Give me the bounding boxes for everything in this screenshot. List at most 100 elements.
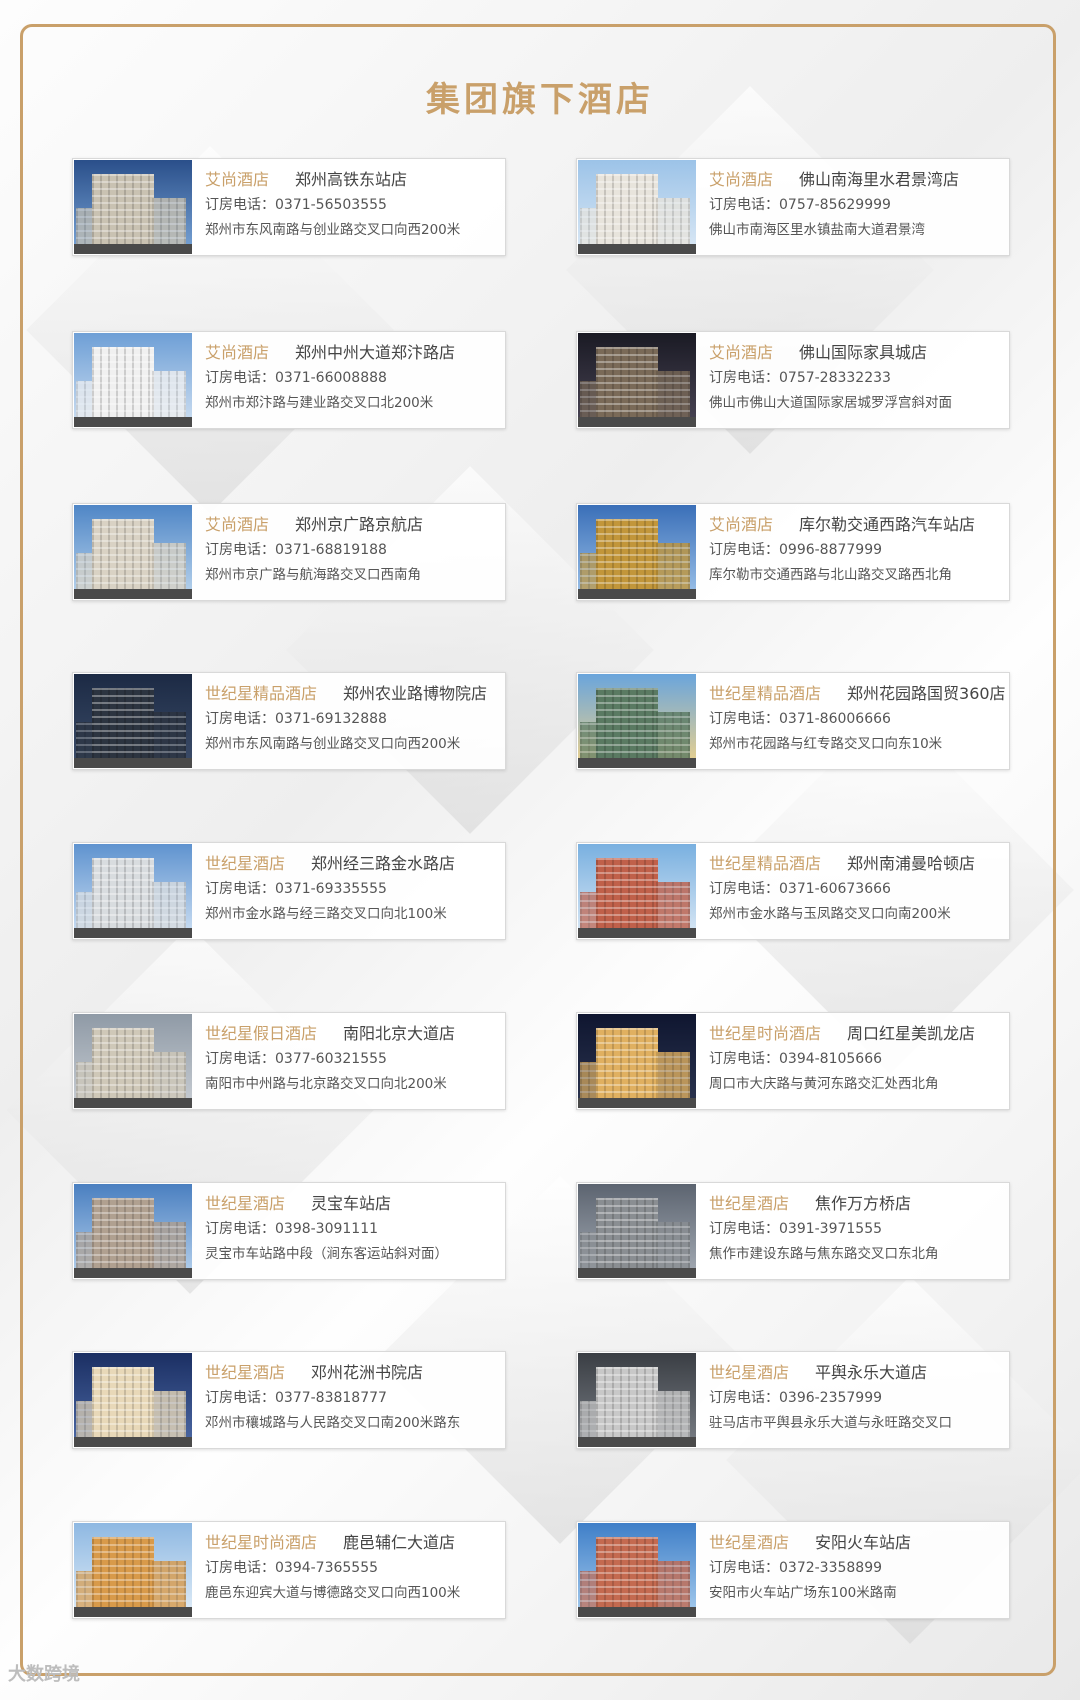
hotel-address: 郑州市东风南路与创业路交叉口向西200米 — [205, 222, 461, 238]
hotel-brand: 艾尚酒店 — [709, 343, 774, 362]
hotel-photo — [578, 674, 696, 768]
phone-label: 订房电话： — [205, 370, 275, 386]
hotel-info: 世纪星酒店 郑州经三路金水路店 订房电话：0371-69335555 郑州市金水路与经… — [205, 851, 501, 927]
hotel-card[interactable]: 世纪星酒店 灵宝车站店 订房电话：0398-3091111 灵宝市车站路中段（涧东客运… — [72, 1182, 506, 1280]
hotel-brand: 世纪星酒店 — [205, 1194, 286, 1213]
hotel-photo — [74, 333, 192, 427]
hotel-address: 周口市大庆路与黄河东路交汇处西北角 — [709, 1076, 939, 1092]
hotel-photo — [578, 1184, 696, 1278]
phone-label: 订房电话： — [709, 370, 779, 386]
hotel-photo — [74, 674, 192, 768]
hotel-card[interactable]: 艾尚酒店 库尔勒交通西路汽车站店 订房电话：0996-8877999 库尔勒市交通西路… — [576, 503, 1010, 601]
hotel-card[interactable]: 世纪星精品酒店 郑州南浦曼哈顿店 订房电话：0371-60673666 郑州市金水路与… — [576, 842, 1010, 940]
hotel-brand: 世纪星酒店 — [205, 854, 286, 873]
hotel-store-name: 郑州高铁东站店 — [295, 170, 408, 189]
hotel-address: 郑州市东风南路与创业路交叉口向西200米 — [205, 736, 461, 752]
hotel-phone[interactable]: 0398-3091111 — [275, 1221, 378, 1237]
hotel-card[interactable]: 世纪星精品酒店 郑州花园路国贸360店 订房电话：0371-86006666 郑州市花… — [576, 672, 1010, 770]
hotel-address: 鹿邑东迎宾大道与博德路交叉口向西100米 — [205, 1585, 461, 1601]
hotel-phone[interactable]: 0371-60673666 — [779, 881, 891, 897]
hotel-photo — [74, 160, 192, 254]
hotel-phone[interactable]: 0391-3971555 — [779, 1221, 882, 1237]
hotel-store-name: 安阳火车站店 — [815, 1533, 912, 1552]
phone-label: 订房电话： — [709, 1560, 779, 1576]
hotel-photo — [74, 505, 192, 599]
phone-label: 订房电话： — [709, 542, 779, 558]
hotel-store-name: 平舆永乐大道店 — [815, 1363, 928, 1382]
hotel-address: 库尔勒市交通西路与北山路交叉路西北角 — [709, 567, 952, 583]
hotel-brand: 艾尚酒店 — [205, 515, 270, 534]
hotel-info: 世纪星精品酒店 郑州南浦曼哈顿店 订房电话：0371-60673666 郑州市金水路与… — [709, 851, 1005, 927]
hotel-info: 艾尚酒店 佛山国际家具城店 订房电话：0757-28332233 佛山市佛山大道国际家… — [709, 340, 1005, 416]
hotel-phone-line: 订房电话：0996-8877999 — [709, 538, 1005, 563]
hotel-card[interactable]: 世纪星酒店 平舆永乐大道店 订房电话：0396-2357999 驻马店市平舆县永乐大道… — [576, 1351, 1010, 1449]
hotel-phone[interactable]: 0757-85629999 — [779, 197, 891, 213]
hotel-card[interactable]: 艾尚酒店 佛山南海里水君景湾店 订房电话：0757-85629999 佛山市南海区里水… — [576, 158, 1010, 256]
hotel-phone[interactable]: 0371-69132888 — [275, 711, 387, 727]
hotel-phone[interactable]: 0371-66008888 — [275, 370, 387, 386]
hotel-card[interactable]: 世纪星酒店 安阳火车站店 订房电话：0372-3358899 安阳市火车站广场东100… — [576, 1521, 1010, 1619]
hotel-photo — [74, 844, 192, 938]
hotel-card[interactable]: 世纪星精品酒店 郑州农业路博物院店订房电话：0371-69132888 郑州市东风南… — [72, 672, 506, 770]
phone-label: 订房电话： — [205, 542, 275, 558]
hotel-store-name: 鹿邑辅仁大道店 — [343, 1533, 456, 1552]
hotel-brand: 世纪星酒店 — [205, 1363, 286, 1382]
phone-label: 订房电话： — [205, 1051, 275, 1067]
hotel-phone[interactable]: 0372-3358899 — [779, 1560, 882, 1576]
hotel-card[interactable]: 艾尚酒店 郑州高铁东站店 订房电话：0371-56503555 郑州市东风南路与创业路… — [72, 158, 506, 256]
hotel-address: 南阳市中州路与北京路交叉口向北200米 — [205, 1076, 447, 1092]
hotel-phone[interactable]: 0377-83818777 — [275, 1390, 387, 1406]
hotel-store-name: 郑州农业路博物院店 — [343, 684, 488, 703]
hotel-phone[interactable]: 0371-86006666 — [779, 711, 891, 727]
hotel-phone[interactable]: 0396-2357999 — [779, 1390, 882, 1406]
hotel-phone[interactable]: 0371-56503555 — [275, 197, 387, 213]
hotel-brand: 世纪星酒店 — [709, 1194, 790, 1213]
hotel-info: 世纪星时尚酒店 鹿邑辅仁大道店 订房电话：0394-7365555 鹿邑东迎宾大道与博… — [205, 1530, 501, 1606]
hotel-phone-line: 订房电话：0371-69132888 — [205, 707, 501, 732]
hotel-store-name: 库尔勒交通西路汽车站店 — [799, 515, 976, 534]
hotel-photo — [74, 1184, 192, 1278]
hotel-brand: 艾尚酒店 — [205, 343, 270, 362]
hotel-phone-line: 订房电话：0757-85629999 — [709, 193, 1005, 218]
hotel-card[interactable]: 艾尚酒店 郑州京广路京航店订房电话：0371-68819188 郑州市京广路与航海路… — [72, 503, 506, 601]
hotel-store-name: 郑州经三路金水路店 — [311, 854, 456, 873]
hotel-address: 焦作市建设东路与焦东路交叉口东北角 — [709, 1246, 939, 1262]
hotel-card[interactable]: 世纪星酒店 焦作万方桥店 订房电话：0391-3971555 焦作市建设东路与焦东路交… — [576, 1182, 1010, 1280]
hotel-phone-line: 订房电话：0371-60673666 — [709, 877, 1005, 902]
hotel-info: 世纪星精品酒店 郑州花园路国贸360店 订房电话：0371-86006666 郑州市花… — [709, 681, 1006, 757]
hotel-store-name: 郑州京广路京航店 — [295, 515, 424, 534]
hotel-info: 世纪星酒店 邓州花洲书院店 订房电话：0377-83818777 邓州市穰城路与人民路… — [205, 1360, 501, 1436]
hotel-card[interactable]: 世纪星假日酒店 南阳北京大道店 订房电话：0377-60321555 南阳市中州路与北… — [72, 1012, 506, 1110]
hotel-phone-line: 订房电话：0398-3091111 — [205, 1217, 501, 1242]
hotel-phone[interactable]: 0377-60321555 — [275, 1051, 387, 1067]
hotel-phone[interactable]: 0757-28332233 — [779, 370, 891, 386]
hotel-brand: 世纪星精品酒店 — [205, 684, 318, 703]
page-title: 集团旗下酒店 — [426, 80, 654, 120]
hotel-address: 郑州市京广路与航海路交叉口西南角 — [205, 567, 421, 583]
phone-label: 订房电话： — [709, 197, 779, 213]
hotel-address: 灵宝市车站路中段（涧东客运站斜对面） — [205, 1246, 448, 1262]
hotel-info: 艾尚酒店 郑州中州大道郑汴路店 订房电话：0371-66008888 郑州市郑汴路与建… — [205, 340, 501, 416]
hotel-phone[interactable]: 0996-8877999 — [779, 542, 882, 558]
hotel-phone[interactable]: 0394-8105666 — [779, 1051, 882, 1067]
hotel-info: 世纪星精品酒店 郑州农业路博物院店订房电话：0371-69132888 郑州市东风南… — [205, 681, 501, 757]
hotel-card[interactable]: 艾尚酒店 佛山国际家具城店 订房电话：0757-28332233 佛山市佛山大道国际家… — [576, 331, 1010, 429]
hotel-address: 安阳市火车站广场东100米路南 — [709, 1585, 897, 1601]
hotel-store-name: 周口红星美凯龙店 — [847, 1024, 976, 1043]
hotel-card[interactable]: 世纪星时尚酒店 鹿邑辅仁大道店 订房电话：0394-7365555 鹿邑东迎宾大道与博… — [72, 1521, 506, 1619]
hotel-phone[interactable]: 0394-7365555 — [275, 1560, 378, 1576]
hotel-phone-line: 订房电话：0371-56503555 — [205, 193, 501, 218]
hotel-card[interactable]: 世纪星酒店 郑州经三路金水路店 订房电话：0371-69335555 郑州市金水路与经… — [72, 842, 506, 940]
hotel-phone[interactable]: 0371-68819188 — [275, 542, 387, 558]
hotel-card[interactable]: 世纪星时尚酒店 周口红星美凯龙店 订房电话：0394-8105666 周口市大庆路与黄… — [576, 1012, 1010, 1110]
hotel-card[interactable]: 世纪星酒店 邓州花洲书院店 订房电话：0377-83818777 邓州市穰城路与人民路… — [72, 1351, 506, 1449]
hotel-info: 艾尚酒店 郑州高铁东站店 订房电话：0371-56503555 郑州市东风南路与创业路… — [205, 167, 501, 243]
hotel-phone-line: 订房电话：0757-28332233 — [709, 366, 1005, 391]
hotel-card[interactable]: 艾尚酒店 郑州中州大道郑汴路店 订房电话：0371-66008888 郑州市郑汴路与建… — [72, 331, 506, 429]
hotel-phone[interactable]: 0371-69335555 — [275, 881, 387, 897]
hotel-store-name: 佛山国际家具城店 — [799, 343, 928, 362]
phone-label: 订房电话： — [205, 1560, 275, 1576]
hotel-info: 世纪星时尚酒店 周口红星美凯龙店 订房电话：0394-8105666 周口市大庆路与黄… — [709, 1021, 1005, 1097]
hotel-photo — [578, 844, 696, 938]
phone-label: 订房电话： — [709, 1051, 779, 1067]
